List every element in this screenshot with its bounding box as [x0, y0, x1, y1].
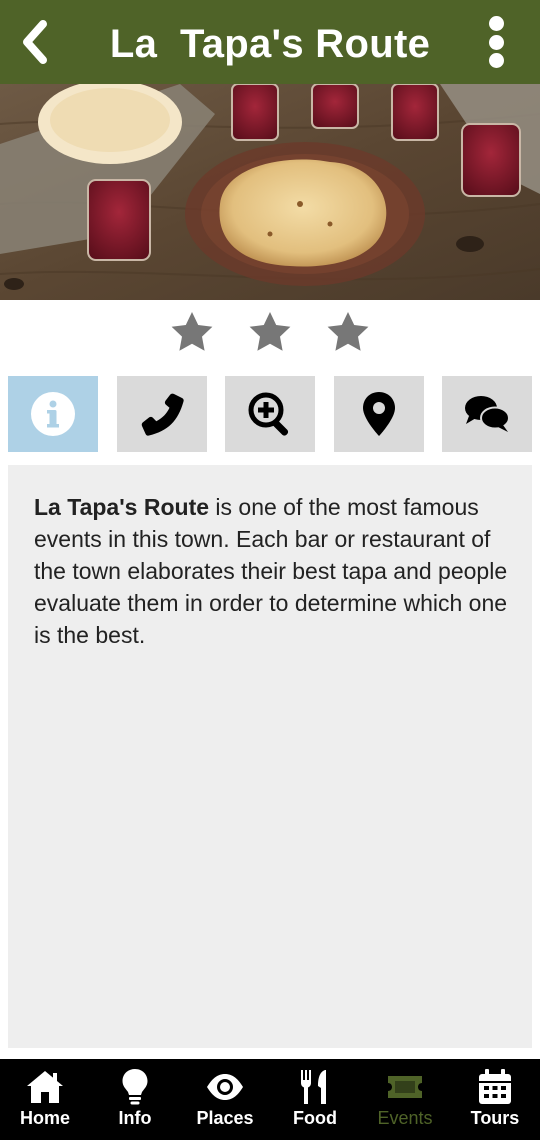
star-icon	[327, 312, 369, 351]
event-description: La Tapa's Route is one of the most famou…	[8, 465, 532, 1048]
nav-label: Places	[196, 1108, 254, 1128]
eye-icon	[207, 1074, 243, 1100]
detail-tabs	[8, 376, 532, 452]
description-paragraph: La Tapa's Route is one of the most famou…	[34, 491, 510, 651]
page-title: La Tapa's Route	[109, 22, 431, 66]
nav-label: Home	[19, 1108, 70, 1128]
nav-label: Events	[377, 1108, 433, 1128]
tapa-photo	[0, 84, 540, 300]
nav-label: Tours	[470, 1108, 520, 1128]
app-header: La Tapa's Route	[0, 0, 540, 84]
location-pin-icon	[362, 392, 395, 436]
phone-icon	[141, 393, 184, 436]
tab-location[interactable]	[333, 376, 424, 452]
menu-dot	[488, 34, 504, 50]
home-icon	[27, 1071, 63, 1103]
star-icon	[171, 312, 213, 351]
menu-dot	[488, 16, 504, 31]
overflow-menu-button[interactable]	[476, 16, 516, 68]
nav-item-events[interactable]: Events	[360, 1059, 450, 1140]
rating-stars	[0, 300, 540, 366]
lightbulb-icon	[122, 1069, 148, 1105]
utensils-icon	[301, 1070, 326, 1104]
back-button[interactable]	[10, 18, 58, 66]
nav-item-food[interactable]: Food	[270, 1059, 360, 1140]
star-icon	[249, 312, 291, 351]
tab-zoom[interactable]	[225, 376, 315, 452]
zoom-in-icon	[248, 392, 289, 436]
nav-item-tours[interactable]: Tours	[450, 1059, 540, 1140]
nav-label: Food	[293, 1108, 337, 1128]
comments-icon	[465, 396, 510, 432]
nav-item-info[interactable]: Info	[90, 1059, 180, 1140]
nav-item-home[interactable]: Home	[0, 1059, 90, 1140]
nav-label: Info	[118, 1108, 152, 1128]
bottom-navigation: Home Info Places Food Events Tours	[0, 1059, 540, 1140]
calendar-icon	[479, 1069, 511, 1104]
menu-dot	[488, 53, 504, 68]
tab-info[interactable]	[8, 376, 98, 452]
nav-item-places[interactable]: Places	[180, 1059, 270, 1140]
ticket-icon	[388, 1076, 422, 1098]
description-bold-lead: La Tapa's Route	[34, 494, 210, 520]
tab-phone[interactable]	[116, 376, 207, 452]
hero-image	[0, 84, 540, 300]
info-icon	[31, 392, 75, 436]
tab-comments[interactable]	[442, 376, 532, 452]
chevron-left-icon	[23, 20, 47, 64]
